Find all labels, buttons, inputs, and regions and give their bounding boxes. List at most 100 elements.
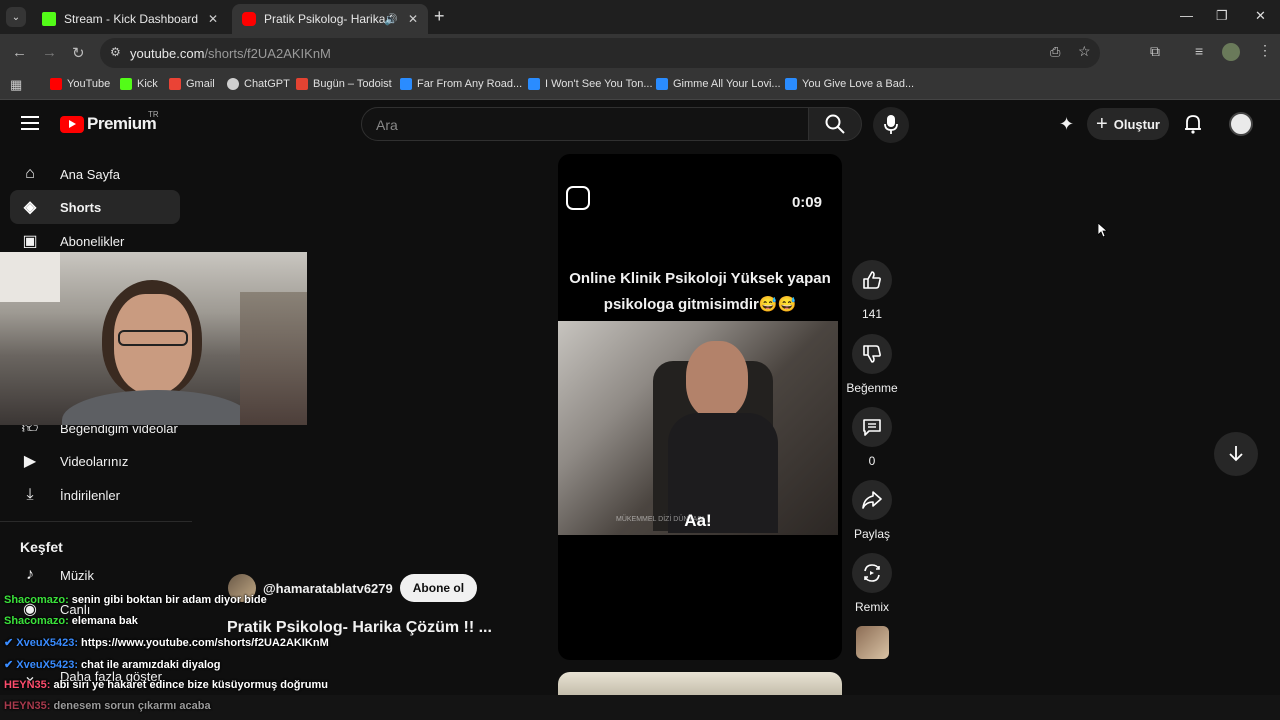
sidebar-item-home[interactable]: ⌂ Ana Sayfa	[10, 157, 180, 191]
tab-list-button[interactable]: ⌄	[6, 7, 26, 27]
search-box	[361, 107, 809, 141]
bookmark-song-1[interactable]: Far From Any Road...	[400, 78, 522, 90]
youtube-icon	[50, 78, 62, 90]
close-tab-icon[interactable]: ✕	[208, 12, 218, 26]
home-icon: ⌂	[25, 165, 35, 182]
media-controls-icon[interactable]: ≡	[1195, 43, 1203, 59]
your-videos-icon: ▶	[23, 453, 37, 470]
chevron-down-icon: ⌄	[11, 11, 21, 23]
menu-icon[interactable]: ⋮	[1258, 42, 1272, 59]
forward-icon[interactable]: →	[42, 44, 57, 61]
hamburger-menu-icon[interactable]	[21, 116, 39, 130]
bookmark-favicon-icon	[528, 78, 540, 90]
thumbs-down-icon	[863, 345, 881, 363]
voice-search-button[interactable]	[873, 107, 909, 143]
reload-icon[interactable]: ↻	[72, 44, 85, 62]
create-button[interactable]: + Oluştur	[1087, 108, 1169, 140]
next-short-button[interactable]	[1214, 432, 1258, 476]
bookmark-kick[interactable]: Kick	[120, 78, 158, 90]
sidebar-item-shorts[interactable]: ◈ Shorts	[10, 190, 180, 224]
bookmark-song-4[interactable]: You Give Love a Bad...	[785, 78, 914, 90]
comment-action: 0	[846, 407, 898, 468]
chat-user: Shacomazo:	[4, 615, 69, 627]
short-title[interactable]: Pratik Psikolog- Harika Çözüm !! ...	[227, 619, 492, 637]
url-text[interactable]: youtube.com/shorts/f2UA2AKIKnM	[130, 46, 331, 61]
caption-line-2: psikologa gitmisimdir😅😅	[603, 296, 797, 313]
subscriptions-icon: ▣	[22, 233, 38, 250]
bookmark-youtube[interactable]: YouTube	[50, 78, 110, 90]
bookmark-star-icon[interactable]: ☆	[1078, 43, 1091, 60]
chat-user: HEYN35:	[4, 679, 51, 691]
apps-grid-icon[interactable]: ▦	[10, 77, 22, 93]
kitchen-cabinet	[0, 252, 60, 302]
chat-text: chat ile aramızdaki diyalog	[81, 659, 221, 671]
speaker-icon[interactable]: 🔊	[384, 13, 398, 26]
music-icon: ♪	[26, 566, 34, 583]
microphone-icon	[884, 115, 898, 134]
remix-icon	[864, 564, 880, 582]
url-path: /shorts/f2UA2AKIKnM	[204, 46, 331, 61]
tab-youtube-short[interactable]: Pratik Psikolog- Harika Çözüm 🔊 ✕	[232, 4, 428, 34]
comment-count: 0	[868, 454, 876, 468]
comments-button[interactable]	[852, 407, 892, 447]
bookmark-favicon-icon	[656, 78, 668, 90]
kick-icon	[120, 78, 132, 90]
create-label: Oluştur	[1113, 116, 1160, 132]
search-button[interactable]	[808, 107, 862, 141]
video-frame: MÜKEMMEL DİZİ DÜNYASI Aa!	[558, 321, 838, 535]
youtube-favicon-icon	[242, 12, 256, 26]
like-action: 141	[846, 260, 898, 321]
chat-text: abi siri ye hakaret edince bize küsüyorm…	[53, 679, 328, 691]
url-host: youtube.com	[130, 46, 205, 61]
account-avatar[interactable]	[1229, 112, 1253, 136]
bookmark-song-2[interactable]: I Won't See You Ton...	[528, 78, 653, 90]
subscribe-button[interactable]: Abone ol	[399, 574, 478, 602]
chat-user: XveuX5423:	[16, 637, 79, 649]
chat-text: denesem sorun çıkarmı acaba	[53, 700, 211, 712]
site-info-icon[interactable]: ⚙	[110, 45, 121, 59]
minimize-icon[interactable]: —	[1180, 8, 1193, 23]
gemini-sparkle-icon[interactable]: ✦	[1059, 114, 1074, 135]
new-tab-button[interactable]: +	[434, 6, 445, 27]
remix-button[interactable]	[852, 553, 892, 593]
sidebar-item-downloads[interactable]: ⤓ İndirilenler	[10, 478, 180, 512]
sidebar-divider	[0, 521, 192, 522]
dislike-action: Beğenme	[846, 334, 898, 395]
bookmark-gmail[interactable]: Gmail	[169, 78, 215, 90]
share-button[interactable]	[852, 480, 892, 520]
channel-name[interactable]: @hamaratablatv6279	[263, 581, 393, 596]
install-app-icon[interactable]: ⎙	[1050, 44, 1060, 60]
sidebar-item-music[interactable]: ♪ Müzik	[10, 558, 180, 592]
bookmark-chatgpt[interactable]: ChatGPT	[227, 78, 290, 90]
back-icon[interactable]: ←	[12, 44, 27, 61]
omnibox[interactable]: ⚙ youtube.com/shorts/f2UA2AKIKnM ⎙ ☆	[100, 38, 1100, 68]
bookmarks-bar: ▦ YouTube Kick Gmail ChatGPT Bugün – Tod…	[0, 72, 1280, 100]
like-button[interactable]	[852, 260, 892, 300]
short-player[interactable]: 0:09 Online Klinik Psikoloji Yüksek yapa…	[558, 154, 842, 660]
thumbs-up-icon	[863, 271, 881, 289]
short-caption: Online Klinik Psikoloji Yüksek yapan psi…	[558, 266, 842, 318]
sidebar-item-your-videos[interactable]: ▶ Videolarınız	[10, 444, 180, 478]
chat-user: XveuX5423:	[16, 659, 79, 671]
bookmark-todoist[interactable]: Bugün – Todoist	[296, 78, 392, 90]
download-icon: ⤓	[26, 486, 34, 503]
notifications-button[interactable]	[1184, 114, 1202, 134]
youtube-premium-logo[interactable]: Premium TR	[60, 110, 159, 134]
restore-icon[interactable]: ❐	[1216, 8, 1228, 24]
bookmark-song-3[interactable]: Gimme All Your Lovi...	[656, 78, 781, 90]
plus-icon: +	[1096, 112, 1108, 135]
address-toolbar: ← → ↻ ⚙ youtube.com/shorts/f2UA2AKIKnM ⎙…	[0, 34, 1280, 72]
search-input[interactable]	[376, 117, 776, 133]
profile-avatar[interactable]	[1222, 43, 1240, 61]
close-window-icon[interactable]: ✕	[1255, 8, 1266, 24]
extensions-icon[interactable]: ⧉	[1150, 43, 1160, 60]
close-tab-icon[interactable]: ✕	[408, 12, 418, 26]
bell-icon	[1185, 115, 1201, 134]
like-count: 141	[861, 307, 883, 321]
audio-source-thumbnail[interactable]	[856, 626, 889, 659]
dislike-button[interactable]	[852, 334, 892, 374]
explore-section-title: Keşfet	[20, 539, 63, 555]
tab-kick-dashboard[interactable]: Stream - Kick Dashboard ✕	[32, 4, 228, 34]
dislike-label: Beğenme	[846, 381, 898, 395]
chat-message: Shacomazo: elemana bak	[4, 615, 138, 627]
